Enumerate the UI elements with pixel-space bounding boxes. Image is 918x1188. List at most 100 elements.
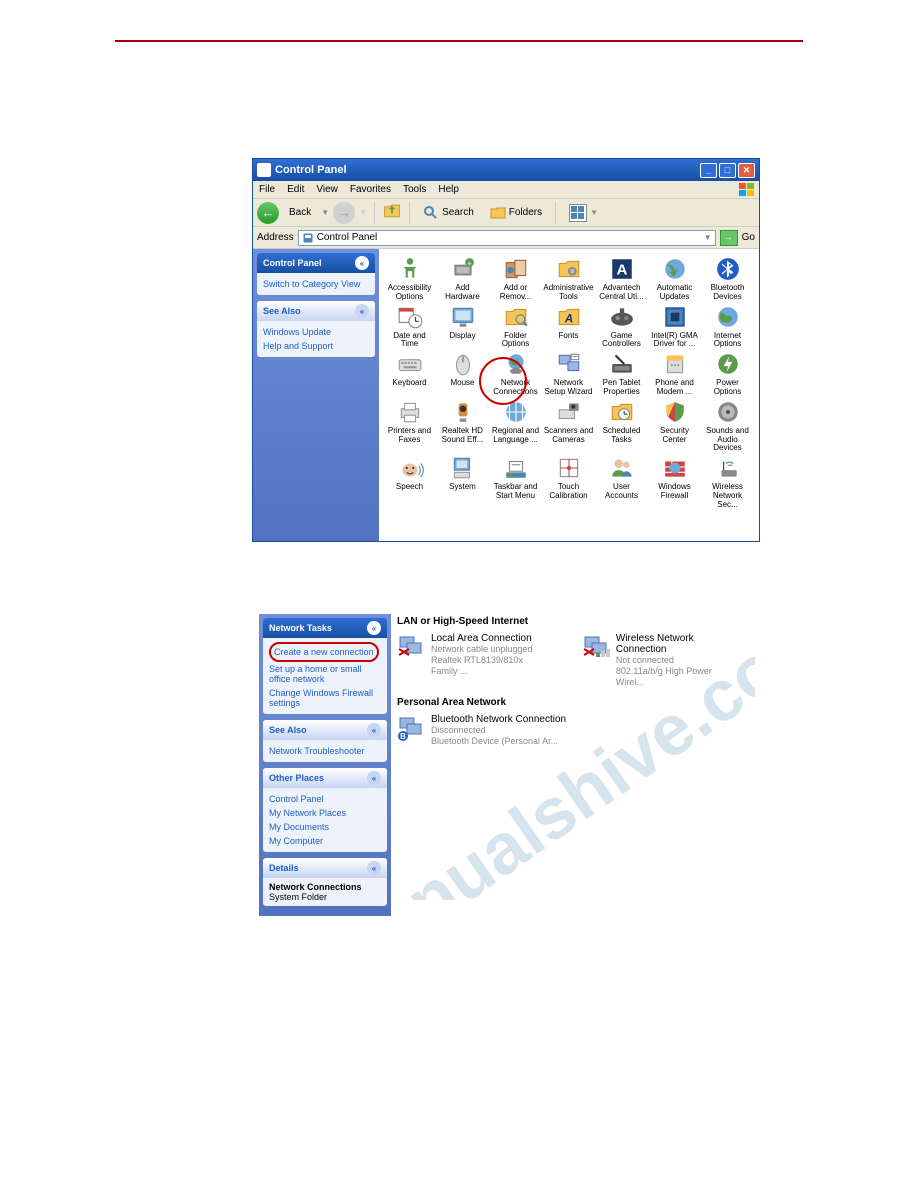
up-button[interactable] [382, 201, 402, 224]
panel-see-also: See Also« Network Troubleshooter [263, 720, 387, 762]
panel-header[interactable]: Control Panel« [257, 253, 375, 273]
cp-icon-taskbar[interactable]: Taskbar and Start Menu [489, 454, 542, 510]
maximize-button[interactable]: □ [719, 163, 736, 178]
panel-header[interactable]: Other Places« [263, 768, 387, 788]
cp-icon-datetime[interactable]: Date and Time [383, 303, 436, 351]
cp-icon-firewall[interactable]: Windows Firewall [648, 454, 701, 510]
cp-icon-wireless[interactable]: Wireless Network Sec... [701, 454, 754, 510]
cp-icon-game[interactable]: Game Controllers [595, 303, 648, 351]
address-value: Control Panel [317, 232, 378, 243]
network-places-link[interactable]: My Network Places [269, 806, 381, 820]
cp-icon-keyboard[interactable]: Keyboard [383, 350, 436, 398]
cp-icon-touch[interactable]: Touch Calibration [542, 454, 595, 510]
back-label[interactable]: Back [283, 205, 317, 220]
windows-update-link[interactable]: Windows Update [263, 325, 369, 339]
cp-icon-fonts[interactable]: AFonts [542, 303, 595, 351]
wireless-icon [582, 633, 610, 661]
back-dropdown-icon[interactable]: ▼ [321, 208, 329, 217]
lan-icon [397, 633, 425, 661]
cp-icon-power[interactable]: Power Options [701, 350, 754, 398]
collapse-icon[interactable]: « [355, 304, 369, 318]
cp-icon-pen[interactable]: Pen Tablet Properties [595, 350, 648, 398]
cp-icon-display[interactable]: Display [436, 303, 489, 351]
cp-icon-scanner[interactable]: Scanners and Cameras [542, 398, 595, 454]
cp-icon-users[interactable]: User Accounts [595, 454, 648, 510]
address-icon [302, 232, 314, 244]
address-bar: Address Control Panel ▼ → Go [253, 227, 759, 249]
cp-icon-netsetup[interactable]: Network Setup Wizard [542, 350, 595, 398]
control-panel-link[interactable]: Control Panel [269, 792, 381, 806]
toolbar: ← Back ▼ → ▼ Search Folders ▼ [253, 199, 759, 227]
switch-view-link[interactable]: Switch to Category View [263, 277, 369, 291]
connection-item[interactable]: Local Area ConnectionNetwork cable unplu… [397, 631, 552, 695]
menu-edit[interactable]: Edit [287, 184, 304, 195]
cp-icon-accessibility[interactable]: Accessibility Options [383, 255, 436, 303]
menubar: File Edit View Favorites Tools Help [253, 181, 759, 199]
titlebar[interactable]: Control Panel _ □ ✕ [253, 159, 759, 181]
panel-header[interactable]: Details« [263, 858, 387, 878]
address-dropdown-icon[interactable]: ▼ [704, 233, 712, 242]
cp-icon-bluetooth[interactable]: Bluetooth Devices [701, 255, 754, 303]
minimize-button[interactable]: _ [700, 163, 717, 178]
panel-see-also: See Also« Windows Update Help and Suppor… [257, 301, 375, 357]
panel-header[interactable]: Network Tasks« [263, 618, 387, 638]
cp-icon-realtek[interactable]: Realtek HD Sound Eff... [436, 398, 489, 454]
details-type: System Folder [269, 892, 327, 902]
menu-favorites[interactable]: Favorites [350, 184, 391, 195]
folders-button[interactable]: Folders [484, 203, 548, 223]
highlight-oval: Create a new connection [269, 642, 379, 662]
connection-item[interactable]: Wireless Network ConnectionNot connected… [582, 631, 737, 695]
panel-other-places: Other Places« Control Panel My Network P… [263, 768, 387, 852]
cp-icon-internet[interactable]: Internet Options [701, 303, 754, 351]
collapse-icon[interactable]: « [355, 256, 369, 270]
create-connection-link[interactable]: Create a new connection [274, 645, 374, 659]
pan-section-header: Personal Area Network [397, 695, 737, 712]
cp-icon-advantech[interactable]: AAdvantech Central Uti... [595, 255, 648, 303]
cp-icon-speech[interactable]: Speech [383, 454, 436, 510]
cp-icon-regional[interactable]: Regional and Language ... [489, 398, 542, 454]
menu-tools[interactable]: Tools [403, 184, 426, 195]
address-field[interactable]: Control Panel ▼ [298, 230, 716, 246]
cp-icon-security[interactable]: Security Center [648, 398, 701, 454]
connection-status: Disconnected [431, 725, 566, 736]
cp-icon-admin[interactable]: Administrative Tools [542, 255, 595, 303]
close-button[interactable]: ✕ [738, 163, 755, 178]
cp-icon-addremove[interactable]: Add or Remov... [489, 255, 542, 303]
views-button[interactable]: ▼ [563, 202, 604, 224]
control-panel-window: Control Panel _ □ ✕ File Edit View Favor… [252, 158, 760, 542]
computer-link[interactable]: My Computer [269, 834, 381, 848]
setup-network-link[interactable]: Set up a home or small office network [269, 662, 381, 686]
collapse-icon[interactable]: « [367, 723, 381, 737]
cp-icon-system[interactable]: System [436, 454, 489, 510]
cp-icon-sounds[interactable]: Sounds and Audio Devices [701, 398, 754, 454]
help-support-link[interactable]: Help and Support [263, 339, 369, 353]
collapse-icon[interactable]: « [367, 861, 381, 875]
cp-icon-intel[interactable]: Intel(R) GMA Driver for ... [648, 303, 701, 351]
back-button[interactable]: ← [257, 202, 279, 224]
cp-icon-phone[interactable]: Phone and Modem ... [648, 350, 701, 398]
panel-header[interactable]: See Also« [257, 301, 375, 321]
documents-link[interactable]: My Documents [269, 820, 381, 834]
cp-icon-printer[interactable]: Printers and Faxes [383, 398, 436, 454]
cp-icon-scheduled[interactable]: Scheduled Tasks [595, 398, 648, 454]
separator [409, 202, 410, 224]
collapse-icon[interactable]: « [367, 621, 381, 635]
forward-button[interactable]: → [333, 202, 355, 224]
collapse-icon[interactable]: « [367, 771, 381, 785]
highlight-circle [479, 357, 527, 405]
cp-icon-hardware[interactable]: +Add Hardware [436, 255, 489, 303]
cp-icon-folder[interactable]: Folder Options [489, 303, 542, 351]
search-button[interactable]: Search [417, 203, 480, 223]
menu-view[interactable]: View [316, 184, 338, 195]
firewall-settings-link[interactable]: Change Windows Firewall settings [269, 686, 381, 710]
separator [374, 202, 375, 224]
panel-details: Details« Network Connections System Fold… [263, 858, 387, 906]
cp-icon-updates[interactable]: Automatic Updates [648, 255, 701, 303]
panel-header[interactable]: See Also« [263, 720, 387, 740]
troubleshooter-link[interactable]: Network Troubleshooter [269, 744, 381, 758]
menu-help[interactable]: Help [438, 184, 459, 195]
menu-file[interactable]: File [259, 184, 275, 195]
sidebar: Network Tasks« Create a new connection S… [259, 614, 391, 916]
connection-item[interactable]: B Bluetooth Network ConnectionDisconnect… [397, 712, 737, 755]
go-button[interactable]: → [720, 230, 738, 246]
